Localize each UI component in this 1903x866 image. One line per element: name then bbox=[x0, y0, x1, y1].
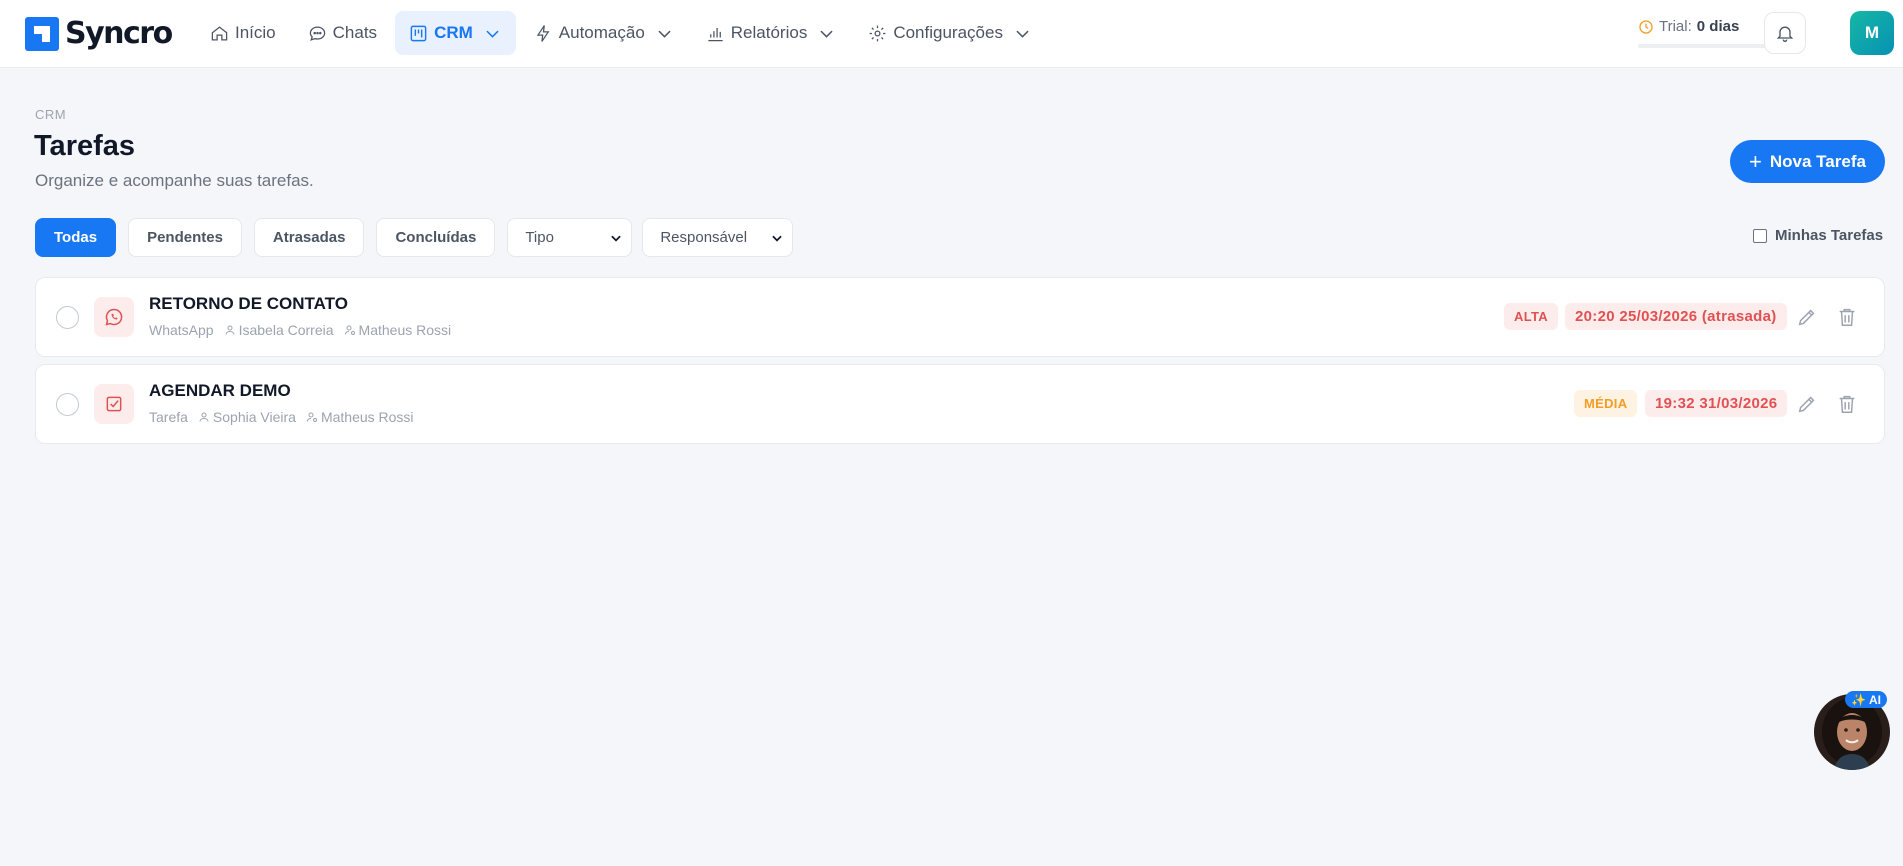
sparkle-icon: ✨ bbox=[1851, 692, 1866, 707]
nav-item-automacao[interactable]: Automação bbox=[520, 11, 688, 55]
task-contact: Sophia Vieira bbox=[198, 409, 296, 425]
brand-name: Syncro bbox=[65, 16, 173, 51]
nav-label: Chats bbox=[332, 23, 378, 42]
user-cog-icon bbox=[344, 325, 355, 335]
ai-badge-label: AI bbox=[1868, 692, 1881, 707]
due-date-badge: 20:20 25/03/2026 (atrasada) bbox=[1565, 303, 1787, 330]
chevron-down-icon bbox=[820, 30, 833, 38]
nav-item-inicio[interactable]: Início bbox=[196, 11, 290, 55]
trash-icon[interactable] bbox=[1836, 393, 1858, 415]
nav-label: Configurações bbox=[893, 23, 1003, 42]
filter-tab-concluidas[interactable]: Concluídas bbox=[376, 218, 496, 257]
task-title[interactable]: RETORNO DE CONTATO bbox=[149, 294, 348, 314]
complete-task-radio[interactable] bbox=[56, 393, 79, 416]
nav-item-chats[interactable]: Chats bbox=[294, 11, 391, 55]
my-tasks-checkbox[interactable] bbox=[1753, 228, 1767, 243]
notifications-button[interactable] bbox=[1764, 12, 1806, 54]
task-owner: Matheus Rossi bbox=[344, 322, 452, 338]
task-type-badge bbox=[94, 297, 134, 337]
due-date-badge: 19:32 31/03/2026 bbox=[1645, 390, 1788, 417]
home-icon bbox=[211, 25, 228, 40]
filter-tab-pendentes[interactable]: Pendentes bbox=[128, 218, 242, 257]
task-meta: WhatsApp Isabela Correia Matheus Rossi bbox=[149, 322, 451, 338]
nav-label: Automação bbox=[558, 23, 645, 42]
trash-icon[interactable] bbox=[1836, 306, 1858, 328]
edit-icon[interactable] bbox=[1796, 393, 1818, 415]
chat-icon bbox=[309, 26, 325, 41]
trial-label: Trial: bbox=[1659, 18, 1692, 35]
checkbox-task-icon bbox=[106, 396, 122, 412]
owner-select-value: Responsável bbox=[660, 229, 748, 246]
filter-bar: Todas Pendentes Atrasadas Concluídas Tip… bbox=[35, 218, 794, 257]
whatsapp-icon bbox=[105, 308, 123, 326]
top-navbar: Syncro Início Chats CRM Automação Relató… bbox=[0, 0, 1903, 68]
lightning-icon bbox=[536, 24, 550, 42]
nav-label: Relatórios bbox=[730, 23, 808, 42]
filter-tab-atrasadas[interactable]: Atrasadas bbox=[253, 218, 365, 257]
trial-indicator: Trial: 0 dias bbox=[1638, 18, 1739, 35]
edit-icon[interactable] bbox=[1796, 306, 1818, 328]
bar-chart-icon bbox=[708, 27, 723, 41]
user-cog-icon bbox=[306, 412, 317, 422]
chevron-down-icon bbox=[658, 30, 671, 38]
task-type: WhatsApp bbox=[149, 322, 214, 338]
brand-logo[interactable]: Syncro bbox=[25, 16, 173, 51]
task-contact: Isabela Correia bbox=[224, 322, 334, 338]
task-owner: Matheus Rossi bbox=[306, 409, 414, 425]
bell-icon bbox=[1776, 26, 1794, 42]
nav-item-crm[interactable]: CRM bbox=[395, 11, 516, 55]
priority-badge: ALTA bbox=[1504, 303, 1558, 330]
complete-task-radio[interactable] bbox=[56, 306, 79, 329]
task-row[interactable]: AGENDAR DEMO Tarefa Sophia Vieira Matheu… bbox=[35, 364, 1885, 444]
task-type: Tarefa bbox=[149, 409, 188, 425]
plus-icon: + bbox=[1749, 148, 1762, 174]
nav-label: CRM bbox=[434, 23, 473, 42]
task-meta: Tarefa Sophia Vieira Matheus Rossi bbox=[149, 409, 414, 425]
new-task-button[interactable]: + Nova Tarefa bbox=[1730, 140, 1885, 183]
chevron-down-icon bbox=[486, 30, 499, 38]
nav-item-relatorios[interactable]: Relatórios bbox=[692, 11, 851, 55]
owner-select[interactable]: Responsável bbox=[642, 218, 794, 257]
priority-badge: MÉDIA bbox=[1574, 390, 1638, 417]
main-nav: Início Chats CRM Automação Relatórios Co… bbox=[196, 11, 1046, 55]
breadcrumb: CRM bbox=[35, 107, 67, 122]
new-task-label: Nova Tarefa bbox=[1769, 151, 1866, 171]
type-select-value: Tipo bbox=[525, 229, 554, 246]
task-row[interactable]: RETORNO DE CONTATO WhatsApp Isabela Corr… bbox=[35, 277, 1885, 357]
page-subtitle: Organize e acompanhe suas tarefas. bbox=[35, 171, 314, 190]
page-title: Tarefas bbox=[34, 130, 136, 162]
gear-icon bbox=[869, 25, 886, 41]
task-title[interactable]: AGENDAR DEMO bbox=[149, 381, 291, 401]
type-select[interactable]: Tipo bbox=[507, 218, 633, 257]
task-contact-name: Sophia Vieira bbox=[212, 409, 296, 425]
task-owner-name: Matheus Rossi bbox=[320, 409, 414, 425]
kanban-icon bbox=[410, 25, 427, 41]
task-owner-name: Matheus Rossi bbox=[358, 322, 452, 338]
my-tasks-toggle[interactable]: Minhas Tarefas bbox=[1753, 227, 1883, 244]
chevron-down-icon bbox=[1016, 30, 1029, 38]
chevron-down-icon bbox=[611, 235, 622, 242]
person-icon bbox=[225, 325, 235, 335]
person-icon bbox=[199, 412, 209, 422]
logo-mark bbox=[25, 16, 59, 51]
user-avatar[interactable]: M bbox=[1850, 11, 1894, 55]
filter-tab-todas[interactable]: Todas bbox=[35, 218, 117, 257]
task-type-badge bbox=[94, 384, 134, 424]
task-contact-name: Isabela Correia bbox=[238, 322, 334, 338]
clock-icon bbox=[1639, 19, 1653, 34]
ai-badge: ✨ AI bbox=[1845, 691, 1887, 708]
my-tasks-label: Minhas Tarefas bbox=[1775, 227, 1884, 244]
chevron-down-icon bbox=[772, 235, 783, 242]
trial-value: 0 dias bbox=[1696, 18, 1740, 35]
nav-item-configuracoes[interactable]: Configurações bbox=[854, 11, 1046, 55]
nav-label: Início bbox=[235, 23, 276, 42]
